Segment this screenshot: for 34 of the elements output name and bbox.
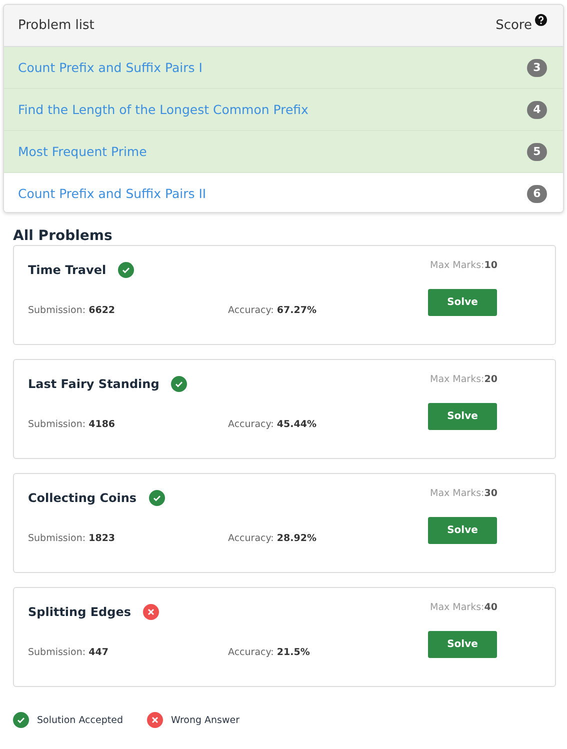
legend-label: Solution Accepted bbox=[37, 714, 123, 726]
submission-count: Submission: 1823 bbox=[28, 533, 116, 544]
problem-link[interactable]: Find the Length of the Longest Common Prefix bbox=[18, 102, 308, 117]
problem-link[interactable]: Count Prefix and Suffix Pairs I bbox=[18, 60, 202, 75]
max-marks: Max Marks:10 bbox=[429, 260, 498, 271]
problem-title: Splitting Edges bbox=[28, 605, 132, 619]
panel-title: Problem list bbox=[18, 18, 94, 33]
accuracy: Accuracy: 21.5% bbox=[228, 647, 311, 658]
problem-link[interactable]: Count Prefix and Suffix Pairs II bbox=[18, 186, 206, 201]
accuracy: Accuracy: 67.27% bbox=[228, 305, 318, 316]
accuracy: Accuracy: 45.44% bbox=[228, 419, 318, 430]
submission-count: Submission: 4186 bbox=[28, 419, 116, 430]
submission-count: Submission: 6622 bbox=[28, 305, 116, 316]
score-badge: 4 bbox=[527, 100, 547, 118]
section-title: All Problems bbox=[13, 228, 114, 244]
problem-link[interactable]: Most Frequent Prime bbox=[18, 144, 147, 159]
solve-button[interactable]: Solve bbox=[428, 517, 497, 544]
max-marks: Max Marks:20 bbox=[429, 374, 498, 385]
solve-button[interactable]: Solve bbox=[428, 289, 497, 316]
max-marks: Max Marks:30 bbox=[429, 488, 498, 499]
submission-count: Submission: 447 bbox=[28, 647, 110, 658]
problem-title: Last Fairy Standing bbox=[28, 377, 160, 391]
solve-button[interactable]: Solve bbox=[428, 631, 497, 658]
problem-title: Collecting Coins bbox=[28, 491, 137, 505]
problem-title: Time Travel bbox=[28, 263, 106, 277]
score-badge: 3 bbox=[527, 58, 547, 76]
score-badge: 6 bbox=[527, 184, 547, 202]
help-icon[interactable] bbox=[535, 14, 547, 26]
legend-label: Wrong Answer bbox=[170, 714, 240, 726]
solve-button[interactable]: Solve bbox=[428, 403, 497, 430]
accuracy: Accuracy: 28.92% bbox=[228, 533, 318, 544]
score-label: Score bbox=[496, 18, 532, 33]
score-badge: 5 bbox=[527, 142, 547, 160]
max-marks: Max Marks:40 bbox=[429, 602, 498, 613]
